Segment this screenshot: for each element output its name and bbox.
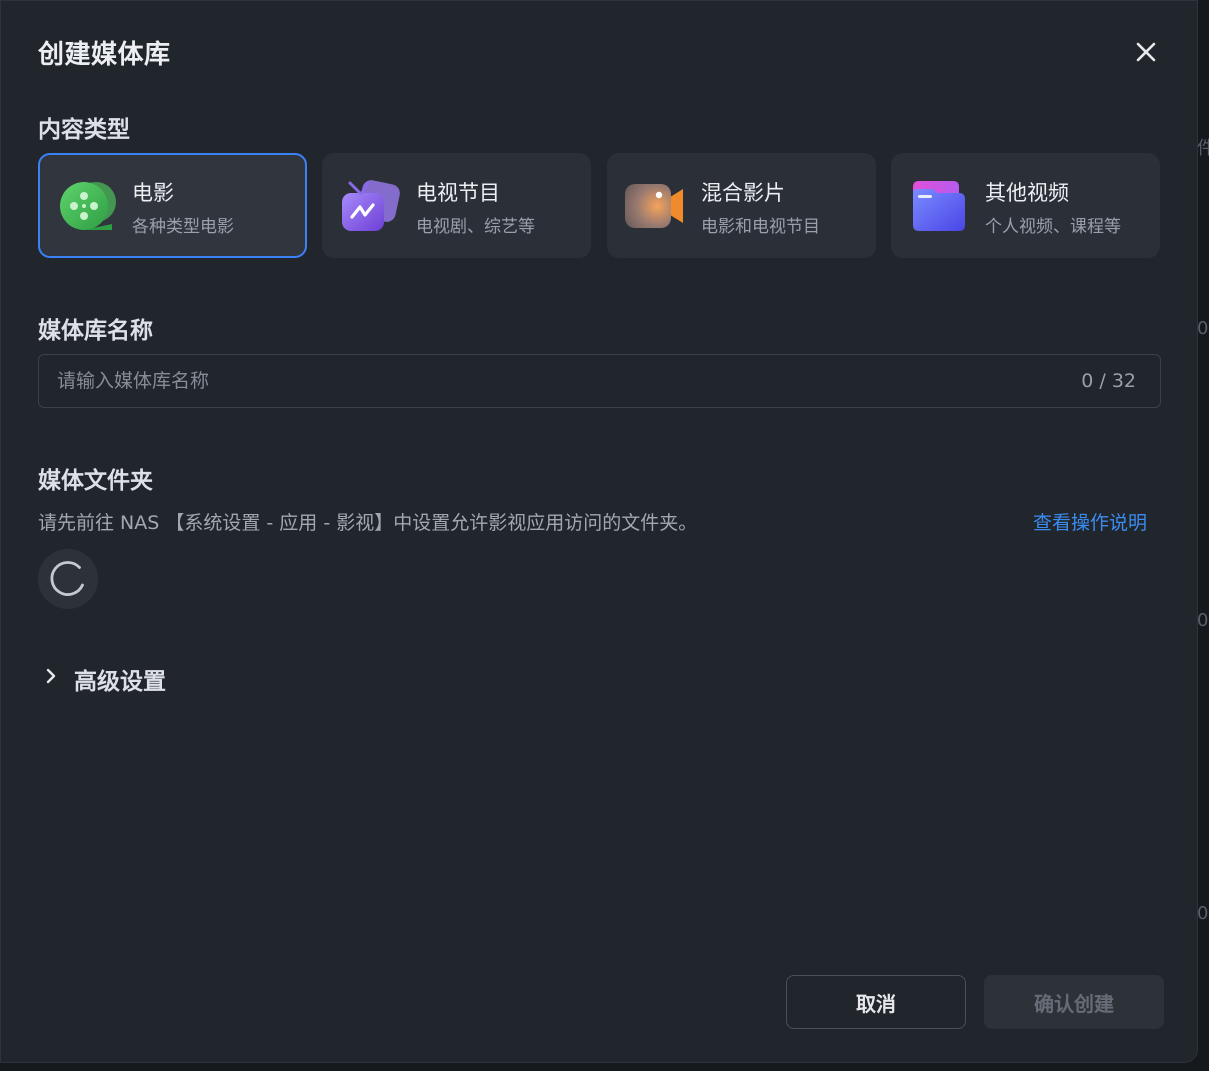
create-library-dialog: 创建媒体库 内容类型 电影 各种类型电影 电视节目 电视剧、综艺等 混合影片 电…: [0, 0, 1198, 1063]
type-card-movie[interactable]: 电影 各种类型电影: [38, 153, 307, 258]
type-card-desc: 电影和电视节目: [701, 217, 820, 237]
close-icon: [1136, 42, 1156, 62]
film-reel-icon: [60, 182, 116, 230]
type-card-name: 混合影片: [701, 181, 785, 205]
char-counter: 0 / 32: [1081, 370, 1136, 392]
video-camera-icon: [625, 184, 683, 228]
library-name-field: 0 / 32: [38, 354, 1161, 408]
type-card-desc: 各种类型电影: [132, 217, 234, 237]
folder-icon: [913, 181, 965, 231]
loading-spinner-icon: [50, 561, 84, 596]
dialog-title: 创建媒体库: [38, 40, 171, 70]
content-type-label: 内容类型: [38, 117, 130, 143]
type-card-tv[interactable]: 电视节目 电视剧、综艺等: [322, 153, 591, 258]
backdrop-text-fragment: 02: [1197, 318, 1209, 339]
media-folder-label: 媒体文件夹: [38, 468, 153, 494]
tv-icon: [342, 180, 400, 231]
media-folder-hint: 请先前往 NAS 【系统设置 - 应用 - 影视】中设置允许影视应用访问的文件夹…: [38, 512, 698, 534]
close-button[interactable]: [1129, 35, 1163, 69]
type-card-desc: 个人视频、课程等: [985, 217, 1121, 237]
type-card-name: 电影: [132, 181, 174, 205]
folder-loading-indicator: [38, 549, 98, 609]
type-card-name: 其他视频: [985, 181, 1069, 205]
library-name-label: 媒体库名称: [38, 318, 153, 344]
backdrop-text-fragment: 02: [1197, 610, 1209, 631]
type-card-mixed[interactable]: 混合影片 电影和电视节目: [607, 153, 876, 258]
type-card-desc: 电视剧、综艺等: [416, 217, 535, 237]
backdrop-text-fragment: 02: [1197, 903, 1209, 924]
type-card-name: 电视节目: [416, 181, 500, 205]
type-card-other[interactable]: 其他视频 个人视频、课程等: [891, 153, 1160, 258]
confirm-create-button[interactable]: 确认创建: [984, 975, 1164, 1029]
cancel-button[interactable]: 取消: [786, 975, 966, 1029]
help-link[interactable]: 查看操作说明: [1033, 508, 1147, 535]
advanced-settings-label: 高级设置: [74, 669, 166, 695]
library-name-input[interactable]: [39, 355, 1057, 407]
content-type-selector: 电影 各种类型电影 电视节目 电视剧、综艺等 混合影片 电影和电视节目 其他视频…: [38, 153, 1161, 258]
chevron-right-icon: [46, 668, 56, 684]
backdrop-text-fragment: 件: [1197, 138, 1209, 159]
